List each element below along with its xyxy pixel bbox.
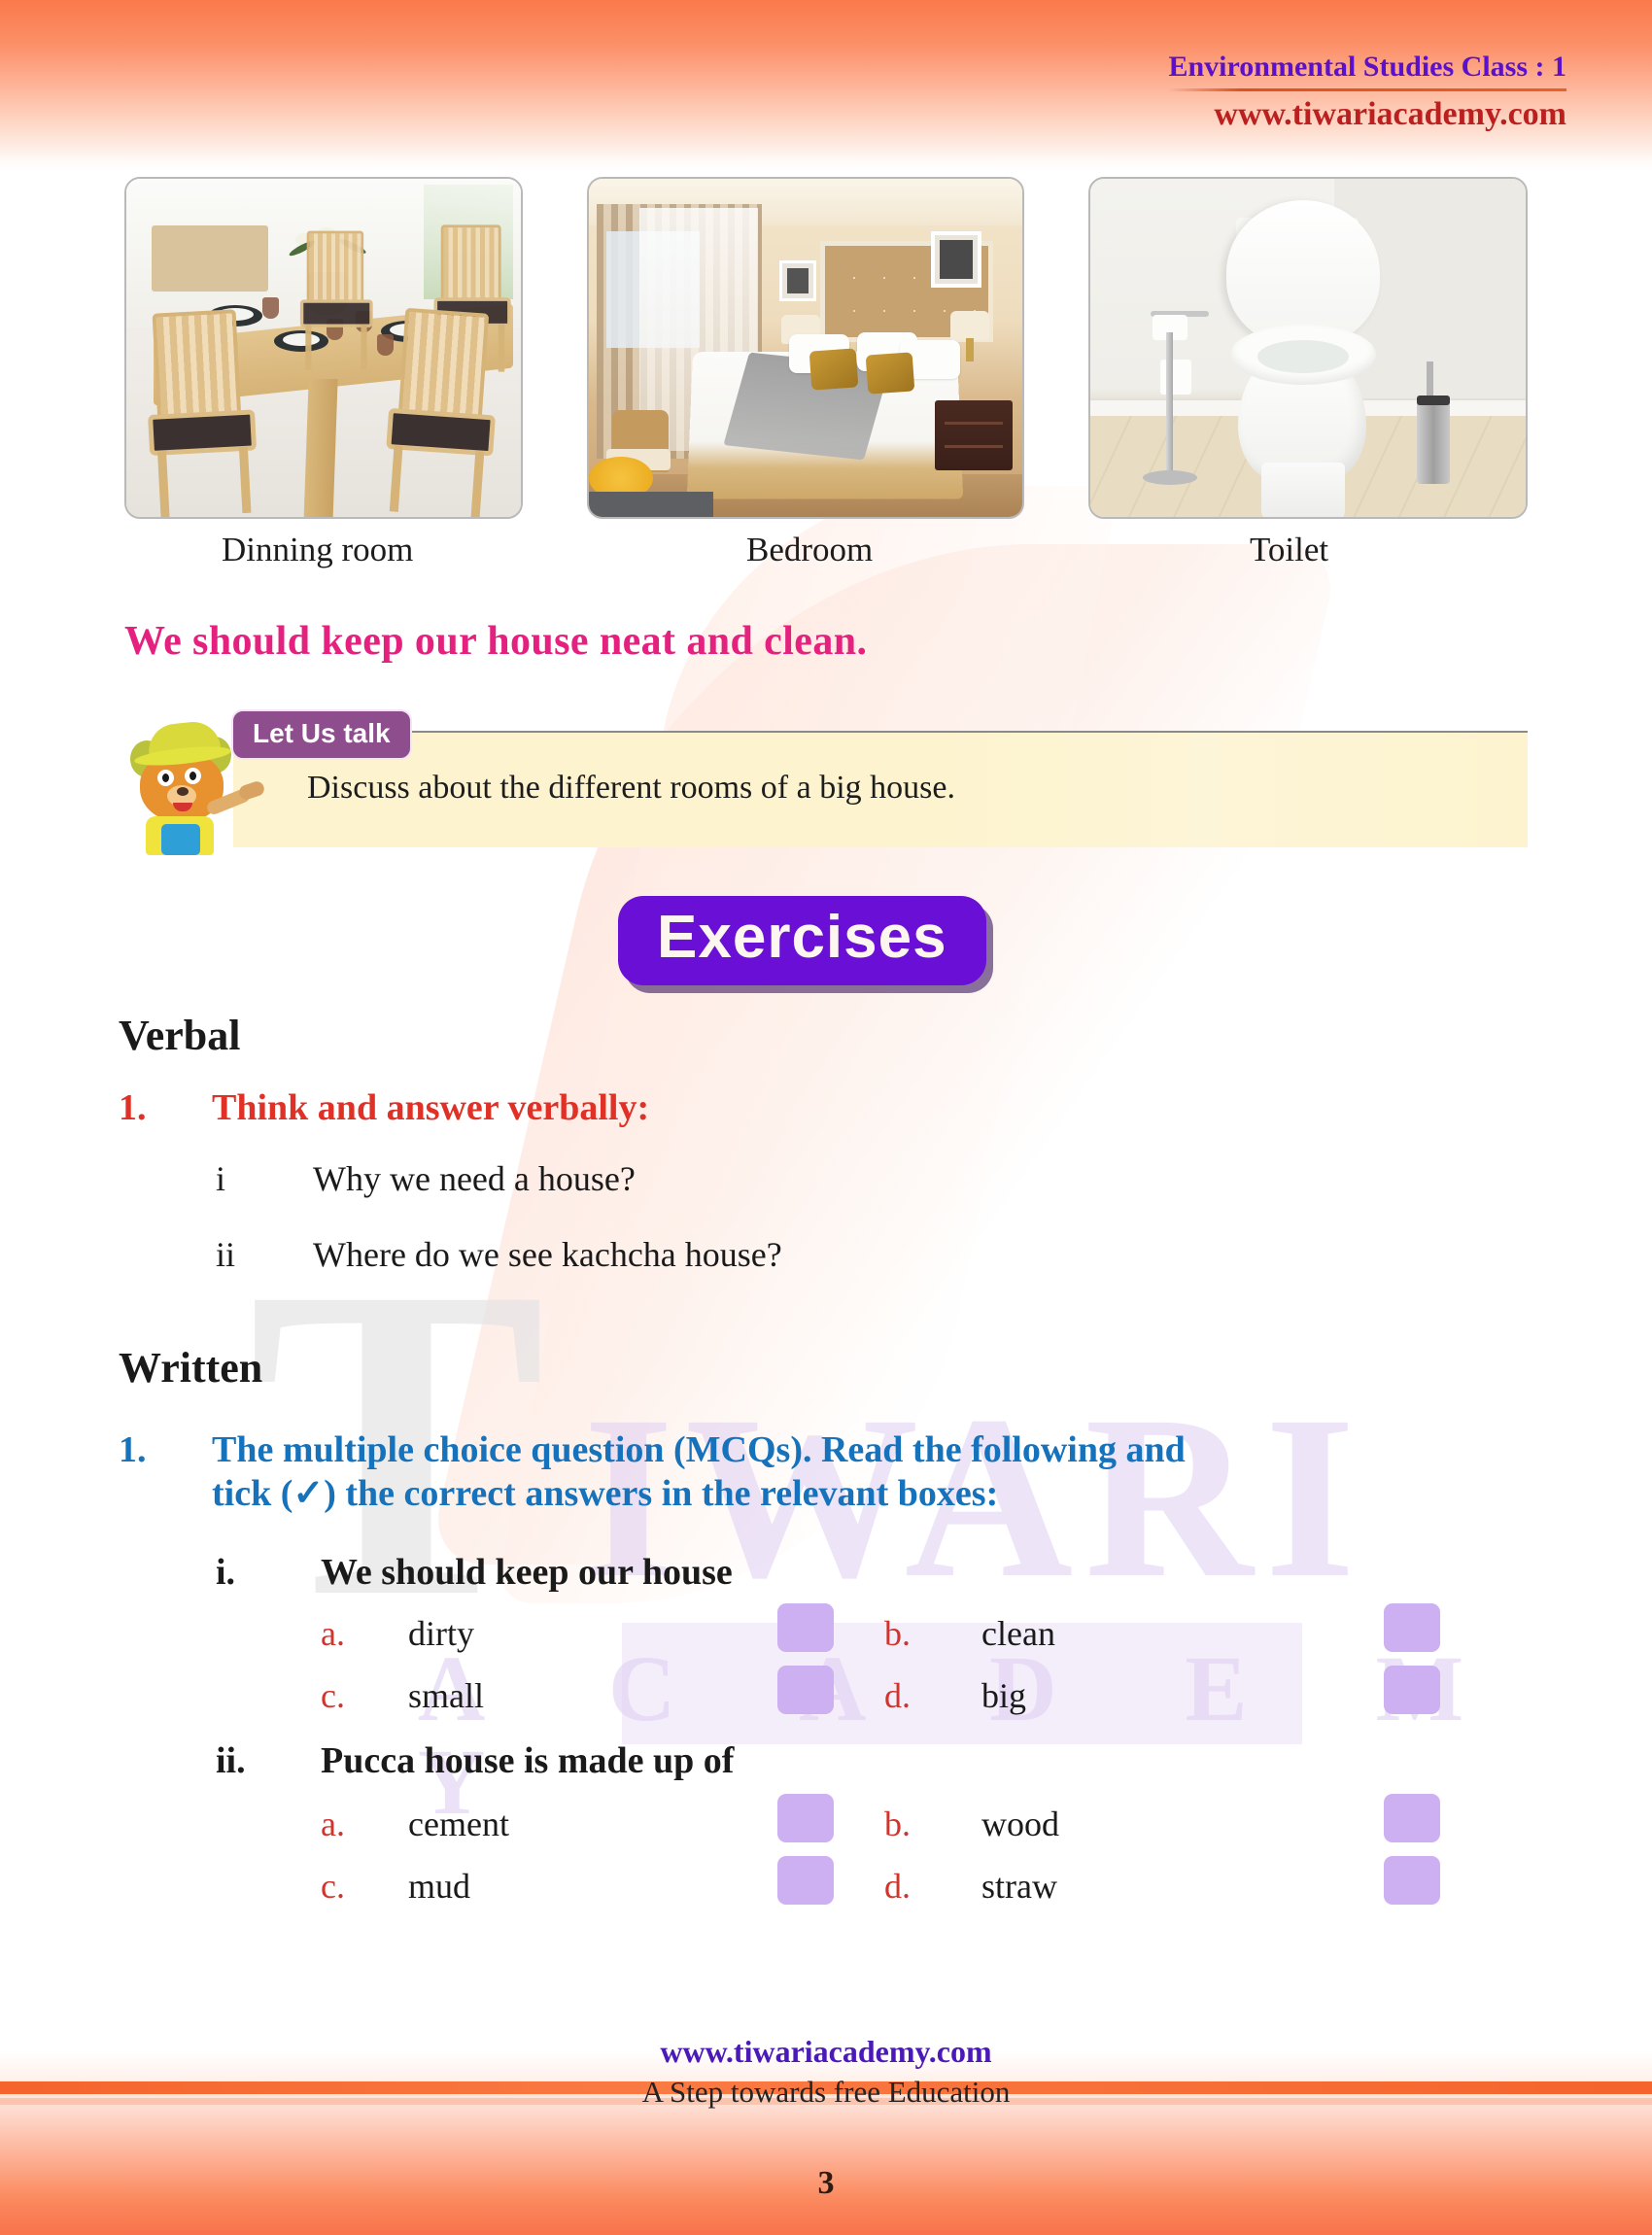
photo-caption-row: Dinning room Bedroom Toilet [124, 531, 1528, 583]
bedroom-wall-art [779, 260, 816, 301]
mcq-option-letter: c. [321, 1676, 345, 1715]
photo-caption: Dinning room [222, 531, 414, 568]
header-site-link[interactable]: www.tiwariacademy.com [1168, 96, 1566, 133]
mcq-question-text: We should keep our house [321, 1552, 733, 1593]
room-photo-row [124, 177, 1528, 519]
bedroom-nightstand [935, 400, 1013, 470]
mcq-option-letter: d. [884, 1867, 911, 1906]
mcq-option-letter: a. [321, 1805, 345, 1843]
header-divider [1168, 88, 1566, 91]
page-header: Environmental Studies Class : 1 www.tiwa… [1168, 51, 1566, 133]
mcq-tick-box[interactable] [1384, 1603, 1440, 1652]
mcq-option-letter: c. [321, 1867, 345, 1906]
toilet-pedestal [1261, 463, 1345, 517]
mcq-instruction-line2: tick (✓) the correct answers in the rele… [212, 1472, 999, 1514]
dining-sideboard [152, 225, 268, 292]
watermark-word-secondary: A C A D E M Y [418, 1636, 1517, 1834]
cleanliness-statement: We should keep our house neat and clean. [124, 619, 868, 664]
exercises-banner: Exercises [618, 896, 986, 985]
let-us-talk-section: Let Us talk Discuss about the different … [124, 709, 1528, 855]
mcq-option-text[interactable]: small [408, 1675, 484, 1716]
dining-glass [377, 334, 394, 356]
subject-title: Environmental Studies Class : 1 [1168, 51, 1566, 83]
bedroom-side-table [589, 492, 713, 517]
verbal-item-text: Where do we see kachcha house? [313, 1235, 782, 1274]
verbal-heading: Verbal [119, 1012, 241, 1059]
toilet-water [1257, 340, 1349, 373]
verbal-item-number: ii [216, 1235, 236, 1274]
exercises-label: Exercises [657, 904, 947, 971]
bedroom-cushion [865, 352, 915, 395]
mcq-question-number: i. [216, 1552, 236, 1593]
written-question-number: 1. [119, 1429, 147, 1470]
dining-glass [262, 297, 279, 319]
mcq-option-letter: b. [884, 1805, 911, 1843]
mcq-option-text[interactable]: cement [408, 1804, 509, 1844]
mcq-option-text[interactable]: wood [981, 1804, 1059, 1844]
bedroom-wall-art [931, 231, 981, 288]
mcq-tick-box[interactable] [1384, 1794, 1440, 1842]
mcq-option-letter: d. [884, 1676, 911, 1715]
mcq-option-letter: b. [884, 1614, 911, 1653]
bedroom-lamp [950, 311, 989, 361]
bedroom-cushion [809, 348, 859, 391]
mcq-option-text[interactable]: big [981, 1675, 1026, 1716]
mcq-option-text[interactable]: mud [408, 1866, 470, 1907]
mcq-tick-box[interactable] [777, 1794, 834, 1842]
written-heading: Written [119, 1344, 263, 1392]
toilet-paper-roll [1160, 360, 1191, 395]
footer-tagline: A Step towards free Education [641, 2075, 1011, 2109]
toilet-paper-stand [1166, 332, 1173, 478]
mcq-option-text[interactable]: straw [981, 1866, 1057, 1907]
mcq-option-text[interactable]: clean [981, 1613, 1055, 1654]
mcq-tick-box[interactable] [777, 1666, 834, 1714]
watermark-band [622, 1623, 1302, 1744]
photo-caption: Bedroom [746, 531, 874, 568]
toilet-photo [1088, 177, 1528, 519]
mcq-instruction-line1: The multiple choice question (MCQs). Rea… [212, 1429, 1186, 1470]
bedroom-photo [587, 177, 1024, 519]
verbal-item-number: i [216, 1159, 226, 1198]
let-us-talk-text: Discuss about the different rooms of a b… [307, 770, 955, 806]
mcq-option-text[interactable]: dirty [408, 1613, 474, 1654]
bear-mascot-icon [124, 719, 266, 855]
dining-table-leg [303, 379, 338, 517]
verbal-question-number: 1. [119, 1087, 147, 1128]
photo-caption: Toilet [1250, 531, 1329, 568]
mcq-tick-box[interactable] [777, 1856, 834, 1905]
mcq-option-letter: a. [321, 1614, 345, 1653]
worksheet-page: T IWARI A C A D E M Y Environmental Stud… [0, 0, 1652, 2235]
mcq-question-text: Pucca house is made up of [321, 1740, 735, 1781]
watermark-swoosh [426, 544, 1343, 1564]
toilet-brush-holder [1417, 361, 1450, 484]
mcq-tick-box[interactable] [777, 1603, 834, 1652]
footer-site-link[interactable]: www.tiwariacademy.com [0, 2034, 1652, 2070]
mcq-question-number: ii. [216, 1740, 246, 1781]
mcq-instruction: The multiple choice question (MCQs). Rea… [212, 1428, 1530, 1516]
verbal-item-text: Why we need a house? [313, 1159, 636, 1198]
dining-chair [382, 307, 510, 517]
dining-chair [299, 230, 378, 370]
mcq-tick-box[interactable] [1384, 1666, 1440, 1714]
mcq-tick-box[interactable] [1384, 1856, 1440, 1905]
let-us-talk-badge: Let Us talk [231, 709, 412, 760]
toilet-paper-stand-base [1143, 470, 1197, 485]
dining-chair [143, 308, 268, 517]
verbal-question-title: Think and answer verbally: [212, 1087, 650, 1128]
page-number: 3 [817, 2165, 835, 2201]
dining-room-photo [124, 177, 523, 519]
